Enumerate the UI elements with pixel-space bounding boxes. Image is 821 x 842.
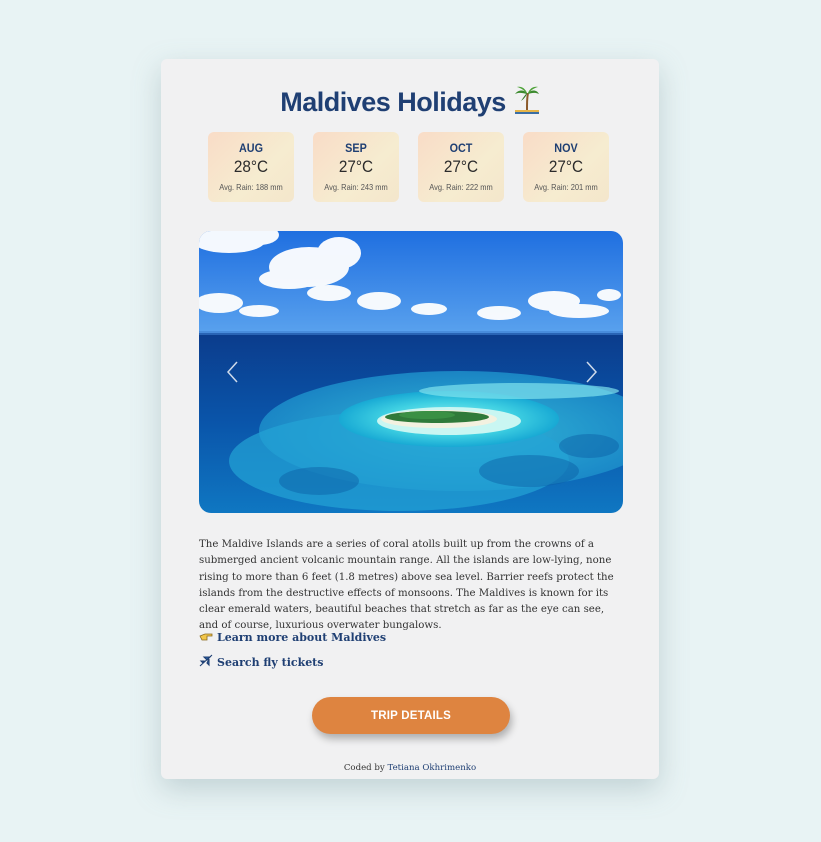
monthly-weather: AUG 28°C Avg. Rain: 188 mm SEP 27°C Avg.… bbox=[208, 132, 618, 202]
month-name: NOV bbox=[554, 141, 578, 155]
month-temperature: 28°C bbox=[233, 157, 269, 176]
month-card-sep: SEP 27°C Avg. Rain: 243 mm bbox=[313, 132, 399, 202]
month-rain: Avg. Rain: 201 mm bbox=[534, 182, 598, 192]
pointing-hand-icon bbox=[199, 633, 213, 641]
month-name: OCT bbox=[449, 141, 473, 155]
month-rain: Avg. Rain: 188 mm bbox=[219, 182, 283, 192]
month-rain: Avg. Rain: 243 mm bbox=[324, 182, 388, 192]
trip-details-button[interactable]: TRIP DETAILS bbox=[312, 697, 510, 734]
carousel-next-button[interactable] bbox=[581, 359, 601, 385]
month-temperature: 27°C bbox=[338, 157, 374, 176]
learn-more-label: Learn more about Maldives bbox=[217, 631, 387, 644]
month-name: AUG bbox=[238, 141, 263, 155]
month-card-nov: NOV 27°C Avg. Rain: 201 mm bbox=[523, 132, 609, 202]
month-rain: Avg. Rain: 222 mm bbox=[429, 182, 493, 192]
palm-tree-island-icon bbox=[514, 85, 540, 122]
search-fly-tickets-link[interactable]: Search fly tickets bbox=[199, 654, 323, 669]
carousel-prev-button[interactable] bbox=[223, 359, 243, 385]
trip-card: Maldives Holidays AUG 28°C Avg. Rain: 18… bbox=[161, 59, 659, 779]
learn-more-link[interactable]: Learn more about Maldives bbox=[199, 630, 386, 644]
chevron-right-icon bbox=[586, 361, 598, 383]
search-fly-tickets-label: Search fly tickets bbox=[217, 656, 324, 669]
carousel bbox=[199, 231, 623, 513]
footer: Coded by Tetiana Okhrimenko bbox=[161, 763, 659, 773]
month-name: SEP bbox=[345, 141, 367, 155]
footer-prefix: Coded by bbox=[343, 763, 388, 773]
page-title: Maldives Holidays bbox=[161, 85, 659, 122]
month-card-oct: OCT 27°C Avg. Rain: 222 mm bbox=[418, 132, 504, 202]
airplane-icon bbox=[199, 654, 213, 667]
page-title-text: Maldives Holidays bbox=[280, 87, 506, 117]
chevron-left-icon bbox=[226, 361, 238, 383]
description-text: The Maldive Islands are a series of cora… bbox=[199, 539, 614, 632]
month-card-aug: AUG 28°C Avg. Rain: 188 mm bbox=[208, 132, 294, 202]
month-temperature: 27°C bbox=[443, 157, 479, 176]
maldives-atoll-photo bbox=[199, 231, 623, 513]
author-link[interactable]: Tetiana Okhrimenko bbox=[388, 763, 477, 773]
month-temperature: 27°C bbox=[548, 157, 584, 176]
